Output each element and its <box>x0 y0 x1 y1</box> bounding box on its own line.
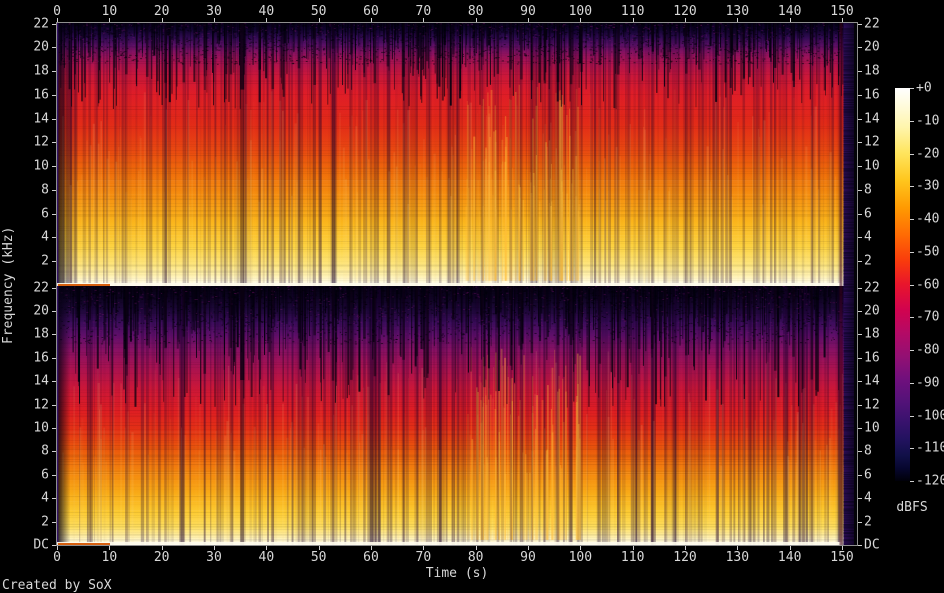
colorbar-tick-label: -50 <box>916 244 940 260</box>
colorbar-tick-mark <box>910 153 914 155</box>
colorbar-tick-label: -100 <box>916 408 944 423</box>
colorbar-tick-label: -30 <box>916 178 940 194</box>
colorbar-tick-mark <box>910 382 914 384</box>
colorbar-tick-mark <box>910 120 914 122</box>
colorbar-tick-mark <box>910 448 914 450</box>
colorbar-tick-mark <box>910 186 914 188</box>
colorbar-tick-label: -90 <box>916 375 940 391</box>
colorbar-tick-label: -110 <box>916 440 944 456</box>
colorbar-tick-label: -70 <box>916 309 940 325</box>
colorbar-tick-mark <box>910 317 914 319</box>
sox-credit: Created by SoX <box>2 578 112 593</box>
colorbar-tick-mark <box>910 219 914 220</box>
colorbar-tick-mark <box>910 350 914 351</box>
colorbar-tick-label: -20 <box>916 146 940 161</box>
colorbar-tick-mark <box>910 251 914 253</box>
colorbar-tick-mark <box>910 284 914 286</box>
colorbar-tick-label: -60 <box>916 277 940 292</box>
colorbar-tick-mark <box>910 481 914 482</box>
time-axis-title: Time (s) <box>425 566 489 581</box>
colorbar-tick-mark <box>910 88 914 89</box>
colorbar-unit-label: dBFS <box>896 500 928 515</box>
colorbar-tick-label: -80 <box>916 342 940 358</box>
colorbar-ticks: +0 -10 -20 -30 -40 -50 -60 -70 -80 -90 -100 -110 -12… <box>0 0 944 593</box>
colorbar-tick-label: -10 <box>916 113 940 129</box>
colorbar-tick-mark <box>910 415 914 417</box>
colorbar-tick-label: -40 <box>916 211 940 227</box>
colorbar-tick-label: +0 <box>916 80 932 96</box>
colorbar-tick-label: -120 <box>916 473 944 489</box>
